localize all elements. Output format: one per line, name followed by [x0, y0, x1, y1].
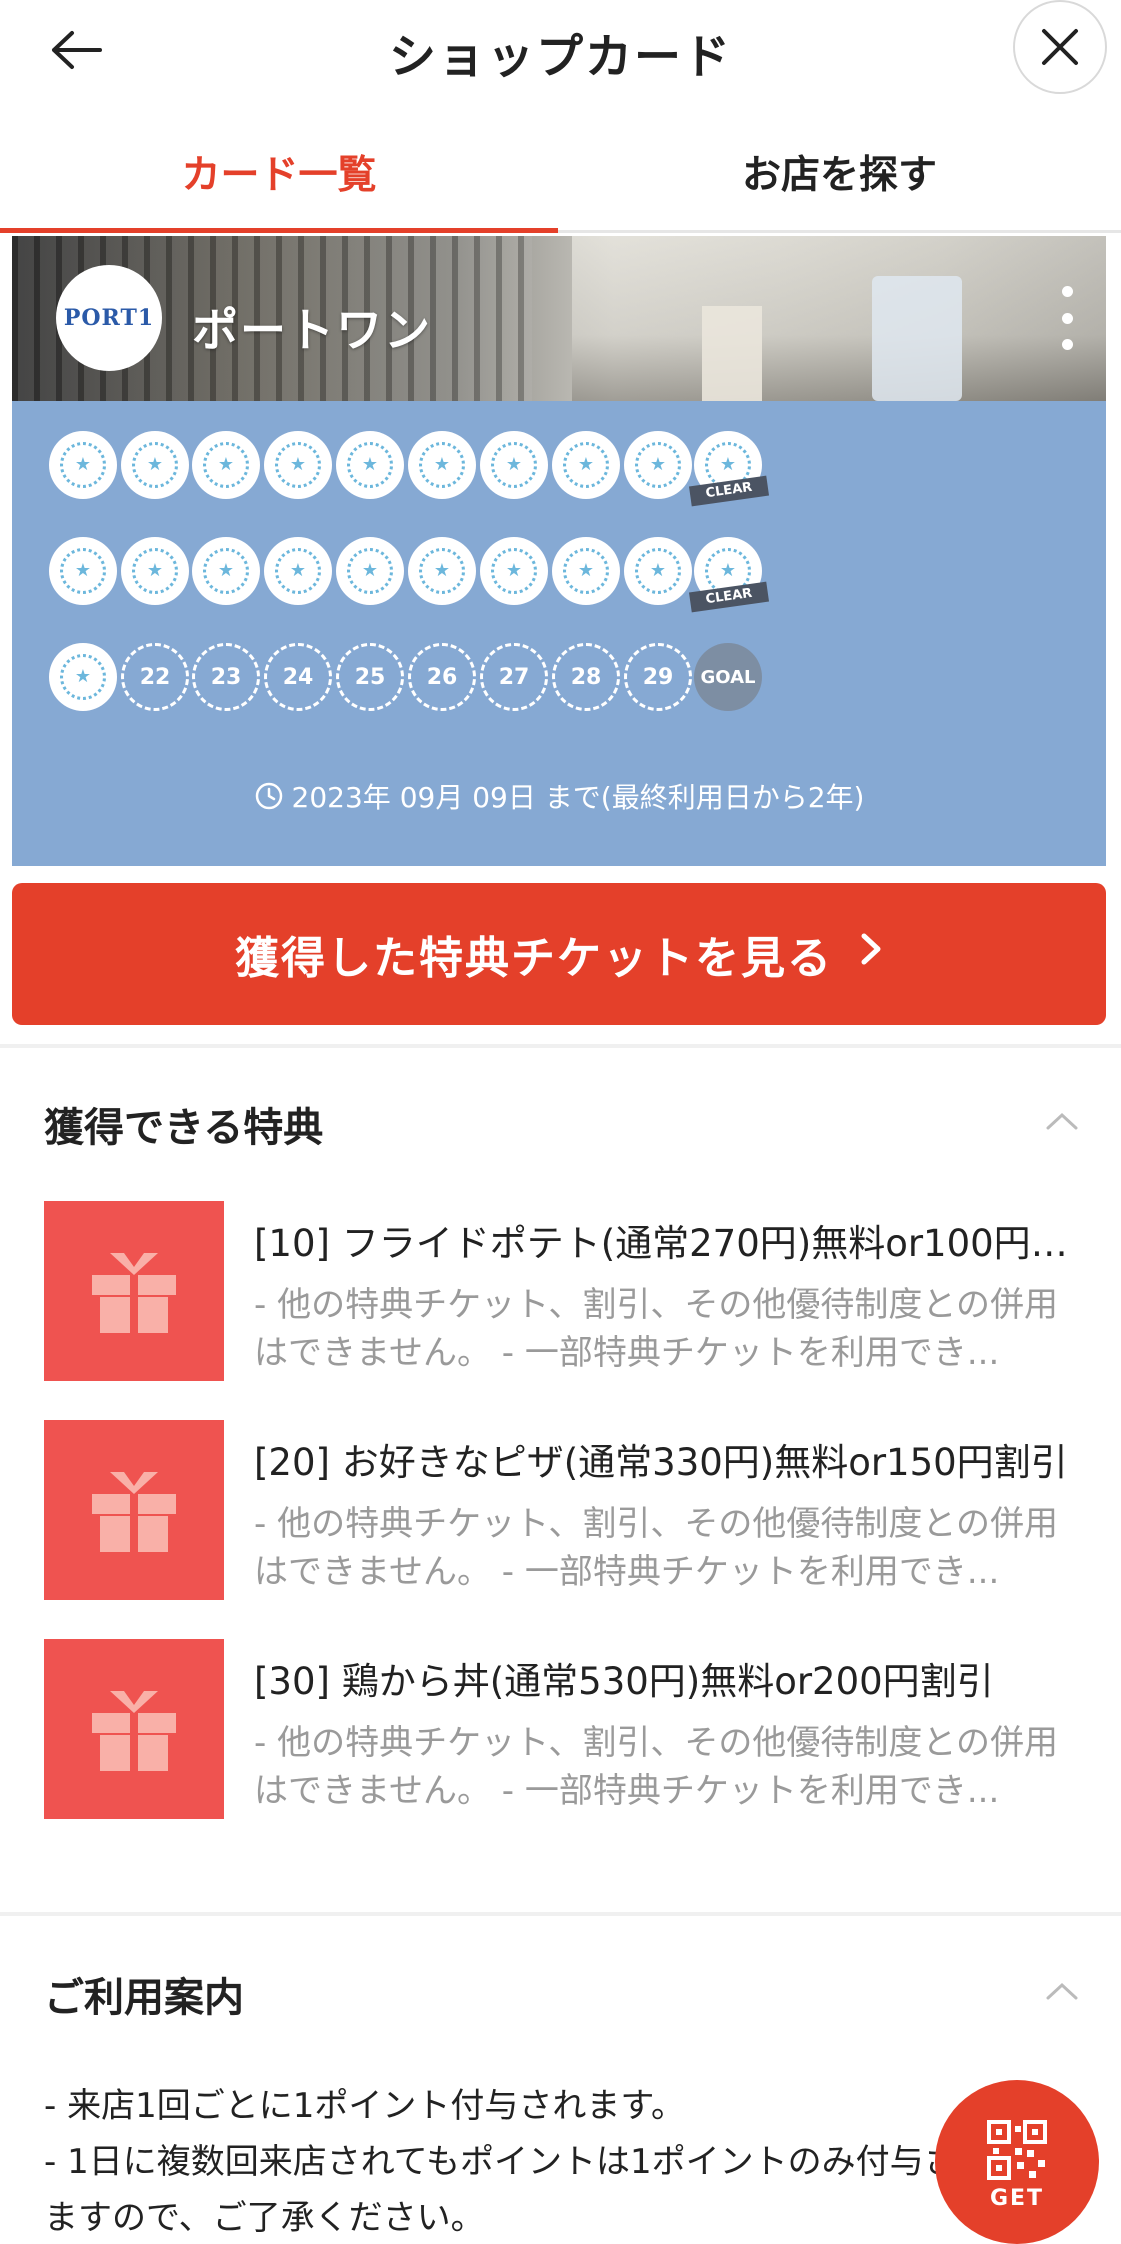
stamp-empty: 26: [408, 643, 476, 711]
stamp-mark-icon: ★: [419, 548, 465, 594]
stamp-collected: ★: [264, 537, 332, 605]
qr-code-icon: [987, 2120, 1047, 2180]
stamp-mark-icon: ★: [203, 548, 249, 594]
header: ショップカード: [0, 0, 1121, 96]
close-button[interactable]: [1013, 0, 1107, 94]
usage-text-line: ますので、ご了承ください。: [44, 2198, 485, 2238]
benefit-description: - 他の特典チケット、割引、その他優待制度との併用はできません。 - 一部特典チ…: [254, 1723, 1059, 1811]
stamp-collected: ★: [480, 537, 548, 605]
stamp-collected: ★: [49, 537, 117, 605]
stamp-mark-icon: ★: [491, 548, 537, 594]
stamp-mark-icon: ★: [347, 442, 393, 488]
stamp-collected: ★: [624, 537, 692, 605]
stamp-mark-icon: ★: [635, 548, 681, 594]
stamp-goal: GOAL: [694, 643, 762, 711]
active-tab-indicator: [0, 228, 558, 233]
chevron-up-icon[interactable]: [1042, 1108, 1082, 1138]
stamp-collected: ★: [121, 537, 189, 605]
stamp-collected: ★: [552, 537, 620, 605]
shop-card[interactable]: PORT1 ポートワン 2023年 09月 09日 まで(最終利用日から2年) …: [12, 236, 1106, 866]
expiry-text: 2023年 09月 09日 まで(最終利用日から2年): [12, 776, 1106, 816]
stamp-collected: ★: [624, 431, 692, 499]
stamp-collected: ★: [49, 643, 117, 711]
page-title: ショップカード: [389, 30, 732, 85]
stamp-collected: ★: [192, 431, 260, 499]
stamp-mark-icon: ★: [132, 548, 178, 594]
stamp-collected: ★: [49, 431, 117, 499]
usage-text-line: - 来店1回ごとに1ポイント付与されます。: [44, 2086, 685, 2126]
stamp-mark-icon: ★: [563, 442, 609, 488]
stamp-collected: ★: [192, 537, 260, 605]
stamp-mark-icon: ★: [60, 548, 106, 594]
stamp-collected: ★: [121, 431, 189, 499]
close-icon: [1042, 29, 1078, 65]
tab-card-list[interactable]: カード一覧: [0, 144, 558, 200]
clock-icon: [255, 782, 282, 810]
benefit-description: - 他の特典チケット、割引、その他優待制度との併用はできません。 - 一部特典チ…: [254, 1504, 1059, 1592]
section-divider: [0, 1044, 1121, 1048]
gift-icon: [44, 1420, 224, 1600]
stamp-mark-icon: ★: [635, 442, 681, 488]
stamp-empty: 24: [264, 643, 332, 711]
stamp-mark-icon: ★: [60, 654, 106, 700]
stamp-collected: ★: [336, 431, 404, 499]
gift-icon: [44, 1201, 224, 1381]
card-banner-image: PORT1 ポートワン: [12, 236, 1106, 401]
benefit-item[interactable]: [10] フライドポテト(通常270円)無料or100円割引 - 他の特典チケッ…: [44, 1201, 1084, 1381]
stamp-mark-icon: ★: [419, 442, 465, 488]
benefits-section-title: 獲得できる特典: [44, 1105, 324, 1151]
stamp-mark-icon: ★: [132, 442, 178, 488]
stamp-empty: 23: [192, 643, 260, 711]
usage-section-title: ご利用案内: [44, 1975, 244, 2021]
stamp-collected: ★: [552, 431, 620, 499]
view-tickets-label: 獲得した特典チケットを見る: [235, 933, 833, 984]
stamp-empty: 25: [336, 643, 404, 711]
benefit-item[interactable]: [30] 鶏から丼(通常530円)無料or200円割引 - 他の特典チケット、割…: [44, 1639, 1084, 1819]
more-menu-button[interactable]: [1052, 286, 1082, 350]
tab-find-store[interactable]: お店を探す: [558, 144, 1121, 200]
stamp-collected: ★: [264, 431, 332, 499]
stamp-mark-icon: ★: [275, 548, 321, 594]
shop-logo: PORT1: [56, 265, 162, 371]
gift-icon: [44, 1639, 224, 1819]
stamp-grid: 2023年 09月 09日 まで(最終利用日から2年) ★ ★ ★ ★ ★ ★ ★ ★ ★ ★ CL…: [12, 401, 1106, 866]
benefit-description: - 他の特典チケット、割引、その他優待制度との併用はできません。 - 一部特典チ…: [254, 1285, 1059, 1373]
stamp-collected: ★: [336, 537, 404, 605]
stamp-collected: ★: [480, 431, 548, 499]
benefit-item[interactable]: [20] お好きなピザ(通常330円)無料or150円割引 - 他の特典チケット…: [44, 1420, 1084, 1600]
stamp-mark-icon: ★: [491, 442, 537, 488]
stamp-mark-icon: ★: [275, 442, 321, 488]
chevron-up-icon[interactable]: [1042, 1978, 1082, 2008]
stamp-empty: 28: [552, 643, 620, 711]
usage-text-line: - 1日に複数回来店されてもポイントは1ポイントのみ付与され: [44, 2142, 992, 2182]
stamp-mark-icon: ★: [60, 442, 106, 488]
tab-bar: カード一覧 お店を探す: [0, 120, 1121, 233]
stamp-collected: ★: [408, 537, 476, 605]
section-divider: [0, 1912, 1121, 1916]
benefit-title: [20] お好きなピザ(通常330円)無料or150円割引: [254, 1441, 1068, 1484]
stamp-collected: ★: [408, 431, 476, 499]
stamp-mark-icon: ★: [563, 548, 609, 594]
benefit-title: [30] 鶏から丼(通常530円)無料or200円割引: [254, 1660, 994, 1703]
get-stamp-button[interactable]: GET: [935, 2080, 1099, 2244]
expiry-date: 2023年 09月 09日 まで(最終利用日から2年): [291, 781, 865, 814]
get-label: GET: [989, 2186, 1045, 2211]
chevron-right-icon: [859, 931, 883, 977]
benefit-title: [10] フライドポテト(通常270円)無料or100円割引: [254, 1222, 1084, 1265]
stamp-mark-icon: ★: [347, 548, 393, 594]
shop-logo-text: PORT1: [63, 305, 155, 331]
stamp-empty: 22: [121, 643, 189, 711]
view-tickets-button[interactable]: 獲得した特典チケットを見る: [12, 883, 1106, 1025]
stamp-empty: 27: [480, 643, 548, 711]
stamp-mark-icon: ★: [203, 442, 249, 488]
more-vertical-icon: [1061, 286, 1073, 297]
shop-name: ポートワン: [192, 303, 432, 357]
stamp-empty: 29: [624, 643, 692, 711]
